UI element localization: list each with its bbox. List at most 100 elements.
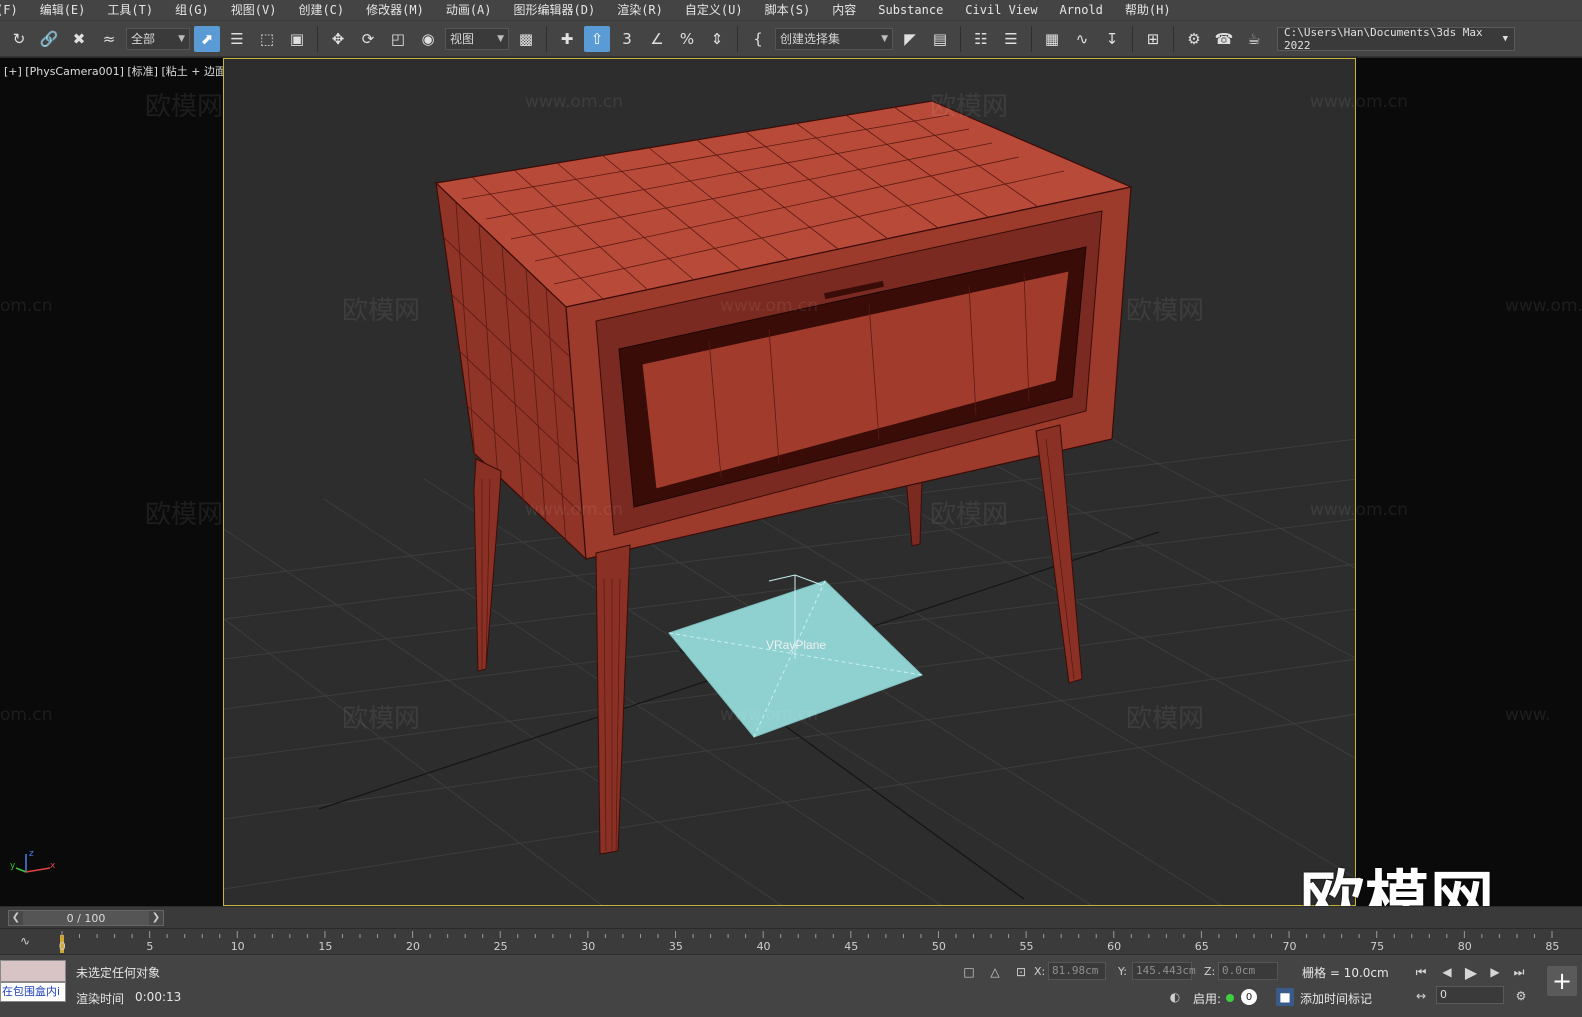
timeline-tick-label: 45 xyxy=(844,940,858,953)
named-selection-set-dropdown[interactable]: 创建选择集 ▼ xyxy=(775,27,893,50)
menu-file[interactable]: (F) xyxy=(0,0,29,20)
scene-explorer-icon[interactable]: ☰ xyxy=(998,26,1024,52)
snap-icon[interactable]: 3 xyxy=(614,26,640,52)
menu-animation[interactable]: 动画(A) xyxy=(435,0,503,20)
material-editor-icon[interactable]: ⚙ xyxy=(1181,26,1207,52)
menu-help[interactable]: 帮助(H) xyxy=(1114,0,1182,20)
spinner-snap-icon[interactable]: ⇕ xyxy=(704,26,730,52)
adaptive-degradation-icon[interactable]: ◐ xyxy=(1166,988,1184,1006)
align-icon[interactable]: ▤ xyxy=(927,26,953,52)
menu-edit[interactable]: 编辑(E) xyxy=(29,0,97,20)
menu-modifiers[interactable]: 修改器(M) xyxy=(355,0,435,20)
reference-coordinate-value: 视图 xyxy=(450,32,475,46)
go-to-end-icon[interactable]: ⏭ xyxy=(1510,963,1528,981)
chevron-right-icon[interactable]: ❯ xyxy=(148,911,163,925)
timeline-tick-label: 35 xyxy=(669,940,683,953)
lock-icon[interactable]: △ xyxy=(986,963,1004,981)
viewport-safe-frame-right xyxy=(1356,58,1582,906)
manipulate-icon[interactable]: ✚ xyxy=(554,26,580,52)
layer-explorer-icon[interactable]: ☷ xyxy=(968,26,994,52)
coord-z-label: Z: xyxy=(1204,965,1216,978)
rectangle-selection-icon[interactable]: ⬚ xyxy=(254,26,280,52)
menu-views[interactable]: 视图(V) xyxy=(220,0,288,20)
unlink-icon[interactable]: ✖ xyxy=(66,26,92,52)
mirror-icon[interactable]: ◤ xyxy=(897,26,923,52)
dope-sheet-icon[interactable]: ↧ xyxy=(1099,26,1125,52)
prompt-line: 未选定任何对象 xyxy=(76,966,161,980)
menu-customize[interactable]: 自定义(U) xyxy=(674,0,754,20)
move-icon[interactable]: ✥ xyxy=(325,26,351,52)
viewport-label[interactable]: [+] [PhysCamera001] [标准] [粘土 + 边面] xyxy=(4,63,230,79)
time-configuration-icon[interactable]: ⚙ xyxy=(1512,987,1530,1005)
toolbar-divider xyxy=(546,25,547,52)
rotate-icon[interactable]: ⟳ xyxy=(355,26,381,52)
edit-named-selection-icon[interactable]: { xyxy=(745,26,771,52)
play-icon[interactable]: ▶ xyxy=(1462,963,1480,982)
go-to-start-icon[interactable]: ⏮ xyxy=(1412,963,1430,981)
toolbar-divider xyxy=(1132,25,1133,52)
render-setup-icon[interactable]: ☎ xyxy=(1211,26,1237,52)
menu-create[interactable]: 创建(C) xyxy=(287,0,355,20)
render-production-icon[interactable]: ☕ xyxy=(1241,26,1267,52)
schematic-view-icon[interactable]: ⊞ xyxy=(1140,26,1166,52)
select-by-name-icon[interactable]: ☰ xyxy=(224,26,250,52)
selection-filter-dropdown[interactable]: 全部 ▼ xyxy=(126,27,190,50)
menu-tools[interactable]: 工具(T) xyxy=(96,0,164,20)
bind-space-warp-icon[interactable]: ≈ xyxy=(96,26,122,52)
time-slider-thumb[interactable]: ❮ 0 / 100 ❯ xyxy=(8,910,164,926)
timeline-tick-label: 15 xyxy=(318,940,332,953)
undo-icon[interactable]: ↻ xyxy=(6,26,32,52)
time-slider[interactable]: ❮ 0 / 100 ❯ xyxy=(0,906,1582,928)
scale-icon[interactable]: ◰ xyxy=(385,26,411,52)
link-icon[interactable]: 🔗 xyxy=(36,26,62,52)
menu-arnold[interactable]: Arnold xyxy=(1049,0,1114,20)
key-mode-icon[interactable]: ↔ xyxy=(1412,987,1430,1005)
project-folder-path[interactable]: C:\Users\Han\Documents\3ds Max 2022 ▼ xyxy=(1277,26,1515,52)
chevron-down-icon: ▼ xyxy=(1502,33,1508,44)
menu-civil-view[interactable]: Civil View xyxy=(954,0,1048,20)
curve-editor-icon[interactable]: ∿ xyxy=(1069,26,1095,52)
timeline-tick-label: 30 xyxy=(581,940,595,953)
toolbar-divider xyxy=(1173,25,1174,52)
coord-z-field[interactable]: 0.0cm xyxy=(1218,962,1278,980)
menu-group[interactable]: 组(G) xyxy=(164,0,220,20)
menu-rendering[interactable]: 渲染(R) xyxy=(606,0,674,20)
menu-scripting[interactable]: 脚本(S) xyxy=(754,0,822,20)
next-frame-icon[interactable]: ▶ xyxy=(1486,963,1504,981)
selection-count-badge[interactable]: 0 xyxy=(1241,989,1257,1005)
maxscript-mini-listener[interactable]: 在包围盒内i xyxy=(0,982,66,1002)
absolute-mode-icon[interactable]: ⊡ xyxy=(1012,963,1030,981)
nightstand-mesh xyxy=(434,100,1133,561)
add-viewport-icon[interactable]: + xyxy=(1547,966,1577,996)
toolbar-divider xyxy=(960,25,961,52)
current-frame-field[interactable]: 0 xyxy=(1436,986,1504,1004)
coord-y-field[interactable]: 145.443cm xyxy=(1132,962,1196,980)
menu-substance[interactable]: Substance xyxy=(867,0,954,20)
reference-coordinate-dropdown[interactable]: 视图 ▼ xyxy=(445,27,509,50)
add-time-tag-icon[interactable]: ■ xyxy=(1276,988,1294,1006)
coord-x-field[interactable]: 81.98cm xyxy=(1048,962,1106,980)
window-crossing-icon[interactable]: ▣ xyxy=(284,26,310,52)
perspective-viewport[interactable]: VRayPlane xyxy=(223,58,1356,906)
timeline-tick-label: 75 xyxy=(1370,940,1384,953)
chevron-left-icon[interactable]: ❮ xyxy=(9,911,23,925)
isolate-selection-icon[interactable]: □ xyxy=(960,963,978,981)
track-bar[interactable]: ∿ 0 5 10 15 20 25 30 35 40 45 50 55 60 65 70 75 80 85 xyxy=(0,928,1582,954)
render-time-label: 渲染时间 xyxy=(76,992,125,1006)
viewport-safe-frame-left xyxy=(0,58,223,906)
ribbon-icon[interactable]: ▦ xyxy=(1039,26,1065,52)
percent-snap-icon[interactable]: % xyxy=(674,26,700,52)
pivot-icon[interactable]: ▩ xyxy=(513,26,539,52)
add-time-tag-label[interactable]: 添加时间标记 xyxy=(1300,990,1372,1007)
angle-snap-icon[interactable]: ∠ xyxy=(644,26,670,52)
place-icon[interactable]: ◉ xyxy=(415,26,441,52)
axis-tripod-icon: z y x xyxy=(10,849,56,873)
previous-frame-icon[interactable]: ◀ xyxy=(1438,963,1456,981)
maxscript-listener[interactable] xyxy=(0,960,66,982)
menu-content[interactable]: 内容 xyxy=(821,0,867,20)
keyboard-shortcut-icon[interactable]: ⇧ xyxy=(584,25,610,52)
timeline-tick-label: 0 xyxy=(59,940,66,953)
select-object-icon[interactable]: ⬈ xyxy=(194,25,220,52)
axis-x-label: x xyxy=(50,861,56,871)
menu-graph-editors[interactable]: 图形编辑器(D) xyxy=(503,0,607,20)
